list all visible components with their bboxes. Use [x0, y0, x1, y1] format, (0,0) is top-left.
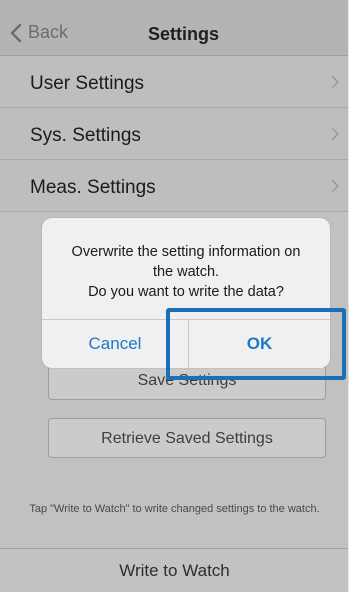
- alert-message: Overwrite the setting information on the…: [52, 242, 320, 302]
- list-item-label: User Settings: [30, 73, 145, 94]
- page-title: Settings: [147, 24, 219, 44]
- write-to-watch-label: Write to Watch: [119, 561, 230, 580]
- alert-message-line: the watch.: [152, 264, 220, 280]
- list-item-label: Sys. Settings: [30, 125, 141, 146]
- chevron-right-icon: [331, 127, 339, 141]
- alert-message-line: Overwrite the setting information on: [71, 244, 301, 260]
- ok-highlight-frame: [166, 308, 346, 380]
- retrieve-saved-settings-label: Retrieve Saved Settings: [101, 430, 273, 447]
- chevron-right-icon: [331, 179, 339, 193]
- list-item-user-settings[interactable]: User Settings: [0, 56, 348, 108]
- chevron-right-icon: [331, 75, 339, 89]
- write-hint-text: Tap "Write to Watch" to write changed se…: [29, 503, 320, 515]
- nav-bar: Back Settings: [0, 0, 348, 56]
- list-item-meas-settings[interactable]: Meas. Settings: [0, 160, 348, 212]
- retrieve-saved-settings-button[interactable]: Retrieve Saved Settings: [48, 418, 326, 458]
- settings-list: User Settings Sys. Settings Meas. Settin…: [0, 56, 348, 212]
- phone-screen: Back Settings User Settings Sys. Setting…: [0, 0, 349, 592]
- list-item-label: Meas. Settings: [30, 177, 156, 198]
- list-item-sys-settings[interactable]: Sys. Settings: [0, 108, 348, 160]
- write-to-watch-button[interactable]: Write to Watch: [0, 548, 348, 592]
- alert-message-line: Do you want to write the data?: [88, 284, 284, 300]
